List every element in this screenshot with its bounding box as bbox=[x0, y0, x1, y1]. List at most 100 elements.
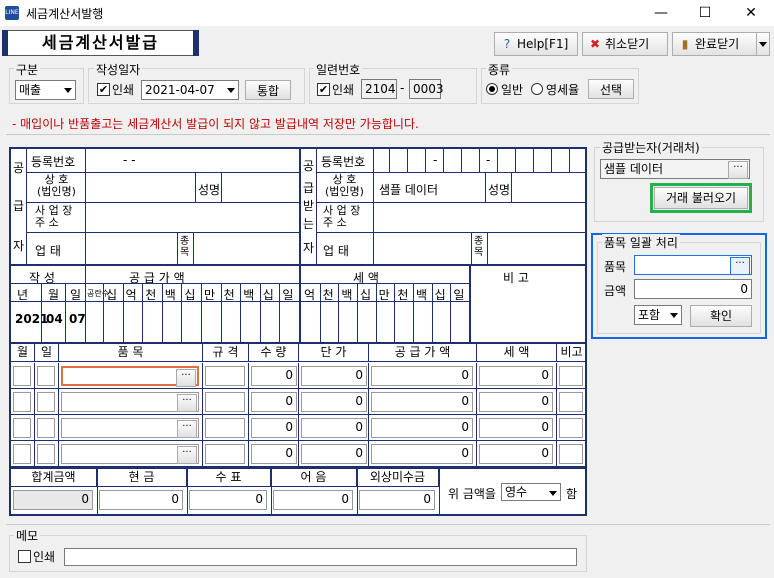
total-value-input[interactable]: 0 bbox=[189, 490, 267, 510]
line-tax-input[interactable]: 0 bbox=[479, 444, 553, 464]
supplier-item-label: 종목 bbox=[180, 236, 190, 258]
window-title: 세금계산서발행 bbox=[26, 7, 104, 21]
line-price-input[interactable]: 0 bbox=[301, 418, 367, 438]
type-zero-radio[interactable] bbox=[531, 83, 543, 95]
line-header: 단 가 bbox=[299, 344, 369, 362]
line-cell-input[interactable] bbox=[13, 392, 31, 412]
line-cell-input[interactable] bbox=[205, 418, 245, 438]
total-header: 어 음 bbox=[271, 469, 357, 487]
line-tax-input[interactable]: 0 bbox=[479, 418, 553, 438]
line-price-input[interactable]: 0 bbox=[301, 392, 367, 412]
load-trade-button[interactable]: 거래 불러오기 bbox=[654, 187, 748, 209]
line-cell-input[interactable]: ··· bbox=[61, 392, 199, 412]
line-cell-input[interactable]: ··· bbox=[61, 418, 199, 438]
select-button[interactable]: 선택 bbox=[588, 79, 634, 99]
confirm-button[interactable]: 확인 bbox=[690, 305, 752, 327]
buyer-name-value[interactable]: 샘플 데이터 bbox=[379, 181, 438, 198]
ellipsis-icon[interactable]: ··· bbox=[177, 446, 197, 464]
x-icon: ✖ bbox=[589, 37, 601, 51]
line-cell-input[interactable] bbox=[37, 366, 55, 386]
type-normal-radio[interactable] bbox=[486, 83, 498, 95]
written-year: 2021 bbox=[15, 312, 49, 326]
help-button[interactable]: ? Help[F1] bbox=[494, 32, 578, 56]
line-supply-input[interactable]: 0 bbox=[371, 444, 473, 464]
line-qty-input[interactable]: 0 bbox=[251, 418, 297, 438]
include-select[interactable]: 포함 bbox=[634, 305, 682, 325]
maximize-button[interactable]: ☐ bbox=[690, 2, 720, 24]
print-checkbox[interactable]: ✔ bbox=[97, 83, 110, 96]
merge-button[interactable]: 통합 bbox=[245, 80, 291, 100]
gubun-select[interactable]: 매출 bbox=[15, 80, 76, 100]
line-supply-input[interactable]: 0 bbox=[371, 392, 473, 412]
line-cell-input[interactable] bbox=[205, 392, 245, 412]
notice-text: - 매입이나 반품출고는 세금계산서 발급이 되지 않고 발급내역 저장만 가능… bbox=[12, 117, 419, 131]
cancel-close-button[interactable]: ✖ 취소닫기 bbox=[582, 32, 668, 56]
buyer-addr-label: 사 업 장주 소 bbox=[323, 204, 361, 229]
receipt-select[interactable]: 영수 bbox=[501, 483, 561, 501]
line-price-input[interactable]: 0 bbox=[301, 444, 367, 464]
total-value-input[interactable]: 0 bbox=[359, 490, 435, 510]
supply-digit-label: 억 bbox=[125, 288, 137, 302]
divider bbox=[6, 134, 770, 135]
line-cell-input[interactable] bbox=[13, 366, 31, 386]
line-cell-input[interactable] bbox=[205, 366, 245, 386]
chevron-down-icon bbox=[64, 88, 72, 93]
line-cell-input[interactable] bbox=[37, 444, 55, 464]
line-price-input[interactable]: 0 bbox=[301, 366, 367, 386]
ellipsis-icon[interactable]: ··· bbox=[728, 161, 748, 179]
line-cell-input[interactable] bbox=[37, 418, 55, 438]
supplier-reg-value[interactable]: - - bbox=[123, 153, 135, 167]
batch-amount-input[interactable]: 0 bbox=[634, 279, 752, 299]
ellipsis-icon[interactable]: ··· bbox=[176, 369, 196, 387]
line-cell-input[interactable] bbox=[205, 444, 245, 464]
total-value-input[interactable]: 0 bbox=[273, 490, 353, 510]
done-dropdown[interactable] bbox=[756, 32, 770, 56]
date-picker[interactable]: 2021-04-07 bbox=[141, 80, 239, 100]
line-supply-input[interactable]: 0 bbox=[371, 418, 473, 438]
memo-input[interactable] bbox=[64, 548, 577, 566]
buyer-input[interactable]: 샘플 데이터 ··· bbox=[600, 159, 750, 179]
close-button[interactable]: ✕ bbox=[736, 2, 766, 24]
line-cell-input[interactable] bbox=[559, 418, 583, 438]
line-cell-input[interactable] bbox=[559, 366, 583, 386]
line-tax-input[interactable]: 0 bbox=[479, 366, 553, 386]
minimize-button[interactable]: — bbox=[646, 2, 676, 24]
done-close-button[interactable]: ▮ 완료닫기 bbox=[672, 32, 758, 56]
line-cell-input[interactable] bbox=[37, 392, 55, 412]
buyer-name-label: 상 호 (법인명) bbox=[325, 173, 364, 198]
ellipsis-icon[interactable]: ··· bbox=[177, 420, 197, 438]
supplier-side-label: 공 급 자 bbox=[11, 149, 27, 264]
ellipsis-icon[interactable]: ··· bbox=[177, 394, 197, 412]
serial-a-input[interactable]: 2104 bbox=[361, 79, 397, 99]
serial-b-input[interactable]: 0003 bbox=[409, 79, 444, 99]
ellipsis-icon[interactable]: ··· bbox=[730, 257, 750, 275]
line-qty-input[interactable]: 0 bbox=[251, 366, 297, 386]
page-title: 세금계산서발급 bbox=[2, 30, 199, 56]
line-qty-input[interactable]: 0 bbox=[251, 444, 297, 464]
line-cell-input[interactable] bbox=[13, 444, 31, 464]
supply-digit-label: 십 bbox=[262, 288, 274, 302]
type-label: 종류 bbox=[486, 61, 513, 78]
line-supply-input[interactable]: 0 bbox=[371, 366, 473, 386]
total-header: 합계금액 bbox=[11, 469, 97, 487]
line-cell-input[interactable] bbox=[559, 444, 583, 464]
batch-item-input[interactable]: ··· bbox=[634, 255, 752, 275]
total-value-input[interactable]: 0 bbox=[99, 490, 183, 510]
tax-digit-label: 억 bbox=[304, 288, 316, 302]
total-value-input[interactable]: 0 bbox=[13, 490, 93, 510]
buyer-reg-dash1: - bbox=[433, 153, 438, 167]
line-cell-input[interactable] bbox=[559, 392, 583, 412]
memo-print-checkbox[interactable] bbox=[18, 550, 31, 563]
serial-print-checkbox[interactable]: ✔ bbox=[317, 83, 330, 96]
line-cell-input[interactable]: ··· bbox=[61, 444, 199, 464]
line-cell-input[interactable]: ··· bbox=[61, 366, 199, 387]
line-header: 비고 bbox=[557, 344, 587, 362]
line-tax-input[interactable]: 0 bbox=[479, 392, 553, 412]
supply-digit-label: 백 bbox=[243, 288, 255, 302]
line-qty-input[interactable]: 0 bbox=[251, 392, 297, 412]
receipt-suffix: 함 bbox=[566, 487, 578, 501]
title-bar: LINE 세금계산서발행 — ☐ ✕ bbox=[0, 0, 774, 26]
above-amount-label: 위 금액을 bbox=[448, 487, 496, 501]
line-cell-input[interactable] bbox=[13, 418, 31, 438]
supplier-reg-label: 등록번호 bbox=[31, 155, 76, 169]
